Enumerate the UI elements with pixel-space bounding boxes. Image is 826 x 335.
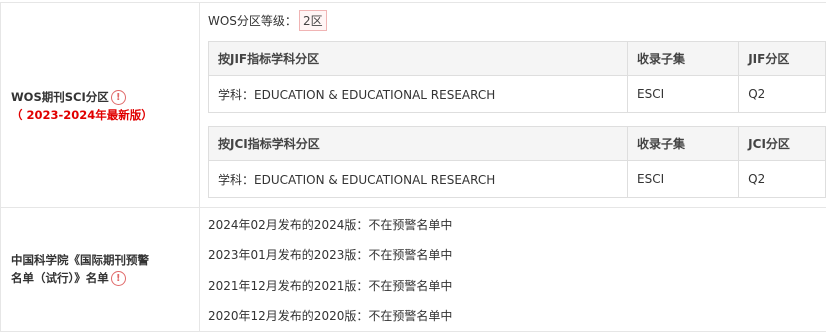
wos-label: WOS期刊SCI分区! [11,88,126,106]
warning-list-item: 2020年12月发布的2020版：不在预警名单中 [208,309,453,323]
jci-header-collection: 收录子集 [627,126,740,161]
jci-collection: ESCI [627,160,740,198]
jif-quartile: Q2 [738,75,826,113]
jif-header-subject: 按JIF指标学科分区 [207,41,629,76]
jci-header-quartile: JCI分区 [738,126,826,161]
cas-label-line2-text: 名单（试行）》名单 [11,271,109,285]
wos-grade-label: WOS分区等级： [208,14,297,28]
top-border [0,2,826,3]
jif-subject: 学科：EDUCATION & EDUCATIONAL RESEARCH [207,75,629,113]
warning-list-item: 2024年02月发布的2024版：不在预警名单中 [208,218,453,232]
wos-version-label: （ 2023-2024年最新版） [11,108,153,122]
jif-header-quartile: JIF分区 [738,41,826,76]
jci-subject: 学科：EDUCATION & EDUCATIONAL RESEARCH [207,160,629,198]
jif-table-header: 按JIF指标学科分区 收录子集 JIF分区 [207,41,826,76]
jci-header-subject: 按JCI指标学科分区 [207,126,629,161]
cas-label-line1: 中国科学院《国际期刊预警 [11,253,149,267]
row-divider [0,207,826,208]
warning-icon[interactable]: ! [110,271,126,286]
cas-label-line2: 名单（试行）》名单! [11,269,126,287]
wos-label-text: WOS期刊SCI分区 [11,90,109,104]
jif-table: 按JIF指标学科分区 收录子集 JIF分区 学科：EDUCATION & EDU… [207,41,826,113]
jci-quartile: Q2 [738,160,826,198]
jif-header-collection: 收录子集 [627,41,740,76]
warning-icon[interactable]: ! [110,90,126,105]
bottom-border [0,331,826,332]
wos-grade-line: WOS分区等级： 2区 [208,10,327,31]
left-border [0,2,1,332]
jci-table-header: 按JCI指标学科分区 收录子集 JCI分区 [207,126,826,161]
warning-list-item: 2021年12月发布的2021版：不在预警名单中 [208,279,453,293]
jif-collection: ESCI [627,75,740,113]
wos-grade-badge: 2区 [298,10,327,31]
jif-table-row: 学科：EDUCATION & EDUCATIONAL RESEARCH ESCI… [207,75,826,113]
jci-table-row: 学科：EDUCATION & EDUCATIONAL RESEARCH ESCI… [207,160,826,198]
warning-list-item: 2023年01月发布的2023版：不在预警名单中 [208,248,453,262]
column-divider [199,2,200,332]
jci-table: 按JCI指标学科分区 收录子集 JCI分区 学科：EDUCATION & EDU… [207,126,826,198]
journal-info-table: WOS期刊SCI分区! （ 2023-2024年最新版） WOS分区等级： 2区 … [0,0,826,335]
